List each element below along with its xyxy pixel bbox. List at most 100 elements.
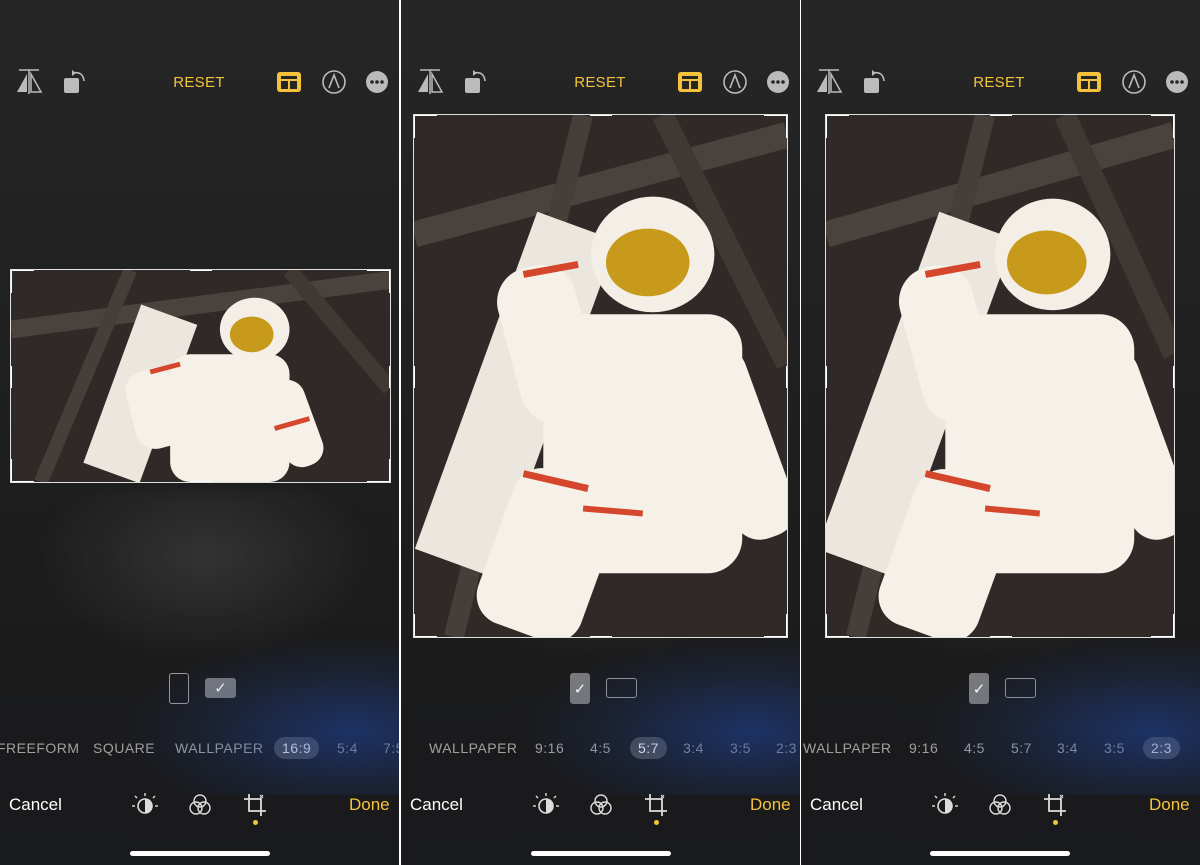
checkmark-icon: ✓: [214, 680, 227, 697]
crop-corner-top-right[interactable]: [764, 115, 787, 138]
crop-corner-top-left[interactable]: [11, 270, 34, 293]
aspect-ratio-icon[interactable]: [674, 66, 706, 98]
crop-edge-left[interactable]: [11, 366, 12, 388]
ratio-option[interactable]: WALLPAPER: [175, 737, 264, 759]
done-button[interactable]: Done: [1149, 795, 1190, 815]
orientation-portrait-button[interactable]: ✓: [969, 673, 989, 704]
ratio-option-selected[interactable]: 2:3: [1143, 737, 1180, 759]
orientation-portrait-button[interactable]: [169, 673, 189, 704]
ratio-option-selected[interactable]: 16:9: [274, 737, 320, 759]
done-button[interactable]: Done: [750, 795, 791, 815]
active-tool-indicator: [654, 820, 659, 825]
flip-icon[interactable]: [13, 66, 45, 98]
ratio-option-selected[interactable]: 5:7: [630, 737, 667, 759]
ratio-option[interactable]: 2:3: [776, 737, 797, 759]
photo-crop-area[interactable]: [10, 269, 391, 483]
orientation-landscape-button[interactable]: ✓: [205, 678, 236, 698]
home-indicator: [531, 851, 671, 856]
more-icon[interactable]: [1161, 66, 1193, 98]
flip-icon[interactable]: [813, 66, 845, 98]
crop-edge-bottom[interactable]: [990, 636, 1012, 637]
crop-edge-top[interactable]: [590, 115, 612, 116]
ratio-option[interactable]: FREEFORM: [0, 737, 80, 759]
crop-edge-bottom[interactable]: [190, 481, 212, 482]
reset-button[interactable]: RESET: [959, 74, 1039, 91]
ratio-option[interactable]: 5:7: [1011, 737, 1032, 759]
ratio-option[interactable]: 4:5: [590, 737, 611, 759]
flip-icon[interactable]: [414, 66, 446, 98]
more-icon[interactable]: [762, 66, 794, 98]
crop-icon[interactable]: [241, 791, 269, 819]
orientation-landscape-button[interactable]: [606, 678, 637, 698]
rotate-icon[interactable]: [859, 66, 891, 98]
crop-edge-left[interactable]: [826, 366, 827, 388]
adjust-icon[interactable]: [532, 791, 560, 819]
crop-corner-bottom-left[interactable]: [11, 459, 34, 482]
more-icon[interactable]: [361, 66, 393, 98]
aspect-ratio-list: FREEFORM SQUARE WALLPAPER 16:9 5:4 7:5: [0, 737, 399, 759]
markup-icon[interactable]: [719, 66, 751, 98]
crop-icon[interactable]: [1041, 791, 1069, 819]
ratio-option[interactable]: 7:5: [383, 737, 399, 759]
ratio-option[interactable]: WALLPAPER: [429, 737, 518, 759]
editor-panel-3: RESET ✓ WALLPAPER 9:16 4:5 5:7 3:4 3:5 2…: [801, 0, 1200, 865]
adjust-icon[interactable]: [931, 791, 959, 819]
aspect-ratio-icon[interactable]: [1073, 66, 1105, 98]
editor-panel-2: RESET ✓ WALLPAPER 9:16 4:5 5:7 3:4 3:5 2…: [401, 0, 800, 865]
filters-icon[interactable]: [186, 791, 214, 819]
crop-corner-top-right[interactable]: [367, 270, 390, 293]
crop-corner-top-right[interactable]: [1151, 115, 1174, 138]
ratio-option[interactable]: 3:4: [1057, 737, 1078, 759]
reset-button[interactable]: RESET: [159, 74, 239, 91]
aspect-ratio-list: WALLPAPER 9:16 4:5 5:7 3:4 3:5 2:3: [801, 737, 1200, 759]
reset-button[interactable]: RESET: [560, 74, 640, 91]
photo-crop-area[interactable]: [413, 114, 788, 638]
markup-icon[interactable]: [1118, 66, 1150, 98]
crop-corner-top-left[interactable]: [414, 115, 437, 138]
rotate-icon[interactable]: [460, 66, 492, 98]
crop-edge-bottom[interactable]: [590, 636, 612, 637]
crop-edge-top[interactable]: [990, 115, 1012, 116]
ratio-option[interactable]: 3:5: [730, 737, 751, 759]
aspect-ratio-list: WALLPAPER 9:16 4:5 5:7 3:4 3:5 2:3: [401, 737, 800, 759]
markup-icon[interactable]: [318, 66, 350, 98]
home-indicator: [130, 851, 270, 856]
ratio-option[interactable]: 9:16: [535, 737, 564, 759]
cancel-button[interactable]: Cancel: [9, 795, 62, 815]
adjust-icon[interactable]: [131, 791, 159, 819]
crop-icon[interactable]: [642, 791, 670, 819]
crop-edge-top[interactable]: [190, 270, 212, 271]
ratio-option[interactable]: 3:5: [1104, 737, 1125, 759]
filters-icon[interactable]: [986, 791, 1014, 819]
done-button[interactable]: Done: [349, 795, 390, 815]
cancel-button[interactable]: Cancel: [410, 795, 463, 815]
orientation-portrait-button[interactable]: ✓: [570, 673, 590, 704]
crop-edge-left[interactable]: [414, 366, 415, 388]
crop-corner-top-left[interactable]: [826, 115, 849, 138]
crop-edge-right[interactable]: [786, 366, 787, 388]
crop-edge-right[interactable]: [1173, 366, 1174, 388]
ratio-option[interactable]: WALLPAPER: [803, 737, 892, 759]
active-tool-indicator: [1053, 820, 1058, 825]
orientation-landscape-button[interactable]: [1005, 678, 1036, 698]
cancel-button[interactable]: Cancel: [810, 795, 863, 815]
filters-icon[interactable]: [587, 791, 615, 819]
background-blur: [40, 490, 370, 660]
crop-edge-right[interactable]: [389, 366, 390, 388]
crop-corner-bottom-right[interactable]: [764, 614, 787, 637]
rotate-icon[interactable]: [59, 66, 91, 98]
crop-corner-bottom-left[interactable]: [414, 614, 437, 637]
ratio-option[interactable]: SQUARE: [93, 737, 155, 759]
ratio-option[interactable]: 4:5: [964, 737, 985, 759]
crop-corner-bottom-right[interactable]: [367, 459, 390, 482]
active-tool-indicator: [253, 820, 258, 825]
ratio-option[interactable]: 9:16: [909, 737, 938, 759]
ratio-option[interactable]: 5:4: [337, 737, 358, 759]
crop-corner-bottom-left[interactable]: [826, 614, 849, 637]
ratio-option[interactable]: 3:4: [683, 737, 704, 759]
home-indicator: [930, 851, 1070, 856]
checkmark-icon: ✓: [972, 680, 986, 698]
aspect-ratio-icon[interactable]: [273, 66, 305, 98]
photo-crop-area[interactable]: [825, 114, 1175, 638]
crop-corner-bottom-right[interactable]: [1151, 614, 1174, 637]
